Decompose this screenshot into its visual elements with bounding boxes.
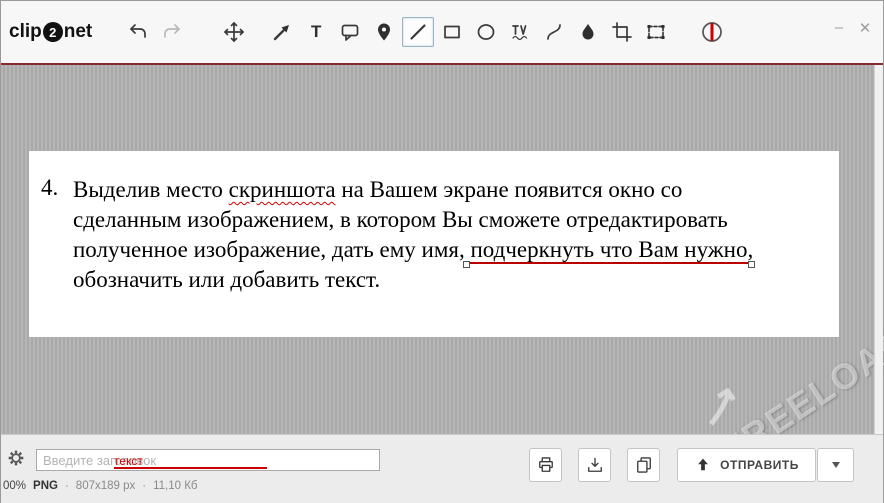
crop-tool-button[interactable] (606, 17, 638, 47)
censor-tool-button[interactable] (504, 17, 536, 47)
separator: · (142, 480, 147, 492)
clip2net-window: clip 2 net T – ✕ 4. Выделив место скринш… (0, 0, 884, 503)
color-indicator-icon (702, 22, 723, 42)
spellcheck-word: скриншота (228, 177, 336, 202)
ellipse-tool-button[interactable] (470, 17, 502, 47)
text-segment: обозначить или добавить текст. (73, 267, 381, 292)
scrollbar[interactable] (874, 65, 883, 434)
separator: · (64, 480, 69, 492)
send-options-button[interactable] (817, 448, 854, 482)
text-segment: полученное изображение, дать ему имя, (73, 237, 471, 262)
rectangle-tool-button[interactable] (436, 17, 468, 47)
window-controls: – ✕ (831, 19, 873, 37)
pen-tool-button[interactable] (402, 17, 435, 47)
settings-button[interactable] (5, 447, 27, 474)
send-button-label: ОТПРАВИТЬ (720, 458, 799, 472)
status-line: 00% PNG · 807x189 px · 11,10 Кб (3, 480, 198, 492)
screenshot-content: 4. Выделив место скриншота на Вашем экра… (29, 151, 839, 337)
redo-icon (164, 24, 181, 38)
minimize-button[interactable]: – (831, 19, 847, 37)
zoom-level: 00% (3, 480, 27, 492)
text-segment: Выделив место (73, 177, 229, 202)
callout-tool-button[interactable] (334, 17, 366, 47)
blur-tool-button[interactable] (572, 17, 604, 47)
color-indicator-button[interactable] (696, 17, 728, 47)
undo-button[interactable] (122, 17, 154, 47)
censor-tv-icon (512, 25, 528, 41)
text-segment: на Вашем экране появится окно со (335, 177, 683, 202)
editor-canvas[interactable]: 4. Выделив место скриншота на Вашем экра… (1, 63, 884, 471)
download-icon (587, 457, 602, 472)
upload-arrow-icon (698, 458, 709, 471)
curve-tool-button[interactable] (538, 17, 570, 47)
move-tool-button[interactable] (218, 17, 250, 47)
file-size: 11,10 Кб (153, 480, 198, 492)
file-format: PNG (33, 480, 58, 492)
ellipse-icon (477, 24, 495, 40)
watermark-arrow-icon (691, 377, 751, 436)
printer-icon (538, 457, 553, 472)
text-tool-button[interactable]: T (300, 17, 332, 47)
clip2net-logo: clip 2 net (9, 21, 92, 43)
copy-button[interactable] (627, 448, 660, 482)
arrow-tool-button[interactable] (266, 17, 298, 47)
marker-tool-button[interactable] (368, 17, 400, 47)
move-icon (224, 22, 245, 42)
logo-circle-2: 2 (42, 22, 63, 42)
download-button[interactable] (578, 448, 611, 482)
bottom-bar: текст 00% PNG · 807x189 px · 11,10 Кб (1, 434, 883, 503)
chevron-down-icon (831, 462, 840, 468)
copy-icon (636, 457, 651, 473)
red-text-annotation[interactable]: текст (114, 455, 267, 469)
note-line-3: полученное изображение, дать ему имя, по… (73, 235, 753, 265)
send-button[interactable]: ОТПРАВИТЬ (677, 448, 816, 482)
close-button[interactable]: ✕ (857, 19, 873, 37)
text-segment: сделанным изображением, в котором Вы смо… (73, 207, 728, 232)
pen-line-icon (410, 24, 426, 40)
text-tool-icon: T (311, 22, 322, 41)
note-line-4: обозначить или добавить текст. (73, 265, 753, 295)
redo-button[interactable] (156, 17, 188, 47)
undo-icon (130, 24, 147, 38)
toolbar: clip 2 net T – ✕ (1, 1, 883, 63)
red-annotation-label: текст (114, 454, 143, 468)
callout-icon (341, 24, 359, 41)
print-button[interactable] (529, 448, 562, 482)
curve-icon (547, 24, 562, 40)
marker-pin-icon (378, 23, 391, 41)
blur-drop-icon (582, 24, 594, 40)
gear-icon (8, 450, 24, 466)
image-dimensions: 807x189 px (75, 480, 136, 492)
logo-text-clip: clip (9, 21, 42, 42)
logo-text-net: net (63, 21, 93, 42)
crop-icon (612, 22, 633, 42)
underline-annotation[interactable]: подчеркнуть что Вам нужно (470, 237, 748, 264)
rectangle-icon (444, 25, 461, 39)
note-line-1: Выделив место скриншота на Вашем экране … (73, 175, 753, 205)
note-line-2: сделанным изображением, в котором Вы смо… (73, 205, 753, 235)
note-text: Выделив место скриншота на Вашем экране … (73, 175, 753, 295)
text-segment: , (747, 237, 754, 262)
region-select-icon (647, 25, 665, 39)
region-tool-button[interactable] (640, 17, 672, 47)
list-number: 4. (41, 175, 59, 200)
arrow-icon (274, 25, 290, 41)
